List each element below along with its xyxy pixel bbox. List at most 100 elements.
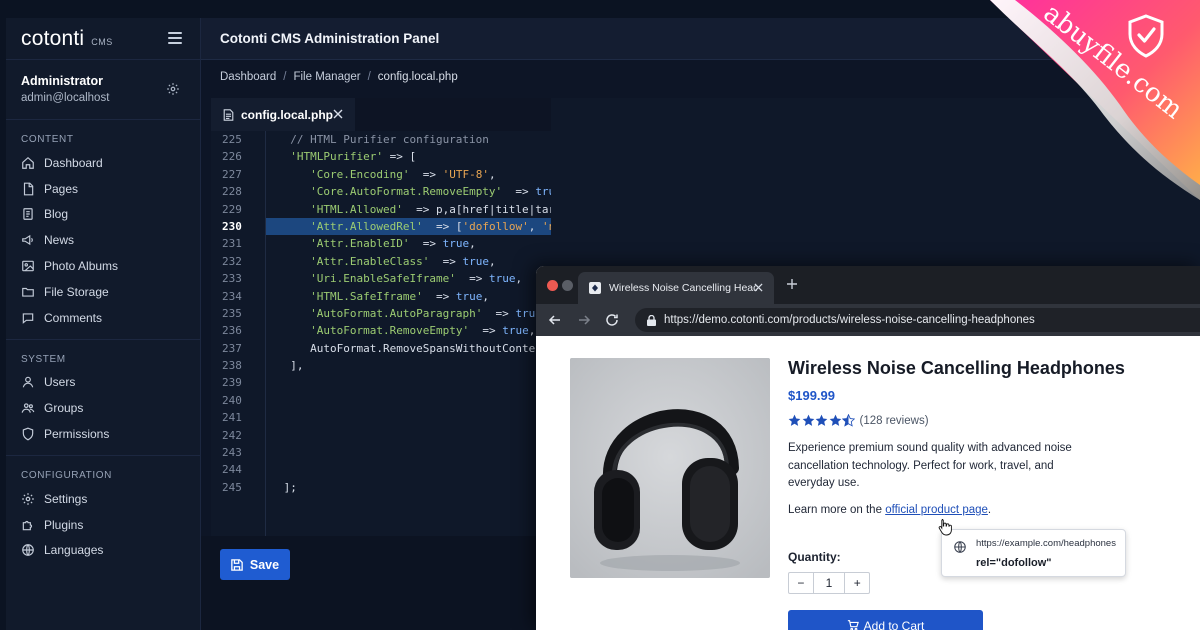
rating-stars: (128 reviews) (788, 414, 929, 427)
sidebar-item-file-storage[interactable]: File Storage (6, 279, 200, 305)
breadcrumb: Dashboard / File Manager / config.local.… (201, 60, 1200, 94)
user-block: Administrator admin@localhost (6, 60, 200, 120)
sidebar-item-label: Pages (44, 181, 79, 196)
quantity-increment-button[interactable]: + (845, 573, 869, 593)
shield-icon (22, 427, 34, 441)
sidebar-item-plugins[interactable]: Plugins (6, 512, 200, 538)
browser-window: Wireless Noise Cancelling Headphones htt… (536, 266, 1200, 630)
line-number: 239 (222, 376, 242, 390)
code-line[interactable] (267, 374, 551, 391)
nav-heading: SYSTEM (21, 353, 66, 365)
code-line[interactable]: ]; (267, 479, 551, 496)
browser-tab[interactable]: Wireless Noise Cancelling Headphones (578, 272, 774, 304)
code-line[interactable]: 'Attr.EnableClass' => true, (267, 253, 551, 270)
add-to-cart-label: Add to Cart (863, 619, 925, 630)
learn-more-suffix: . (987, 504, 992, 516)
tab-label: config.local.php (241, 107, 333, 122)
gear-icon[interactable] (166, 82, 180, 96)
product-price: $199.99 (788, 388, 835, 403)
code-line[interactable]: 'AutoFormat.RemoveEmpty' => true, (267, 322, 551, 339)
line-number: 231 (222, 237, 242, 251)
code-line[interactable]: // HTML Purifier configuration (267, 131, 551, 148)
review-count[interactable]: (128 reviews) (860, 415, 929, 427)
code-line[interactable]: 'AutoFormat.AutoParagraph' => true, (267, 305, 551, 322)
quantity-value[interactable]: 1 (812, 573, 846, 593)
line-number: 236 (222, 324, 242, 338)
code-line[interactable] (267, 392, 551, 409)
close-icon[interactable] (333, 109, 343, 119)
sidebar-item-settings[interactable]: Settings (6, 486, 200, 512)
code-line[interactable]: 'HTML.Allowed' => p,a[href|title|target|… (267, 201, 551, 218)
url-input[interactable]: https://demo.cotonti.com/products/wirele… (635, 308, 1200, 332)
minimize-window-button[interactable] (562, 280, 573, 291)
code-line[interactable]: 'Core.AutoFormat.RemoveEmpty' => true, (267, 183, 551, 200)
back-icon[interactable] (548, 313, 562, 327)
url-text: https://demo.cotonti.com/products/wirele… (664, 314, 1035, 326)
sidebar-item-dashboard[interactable]: Dashboard (6, 150, 200, 176)
sidebar-item-label: Comments (44, 310, 103, 325)
sidebar-item-pages[interactable]: Pages (6, 176, 200, 202)
user-email: admin@localhost (21, 92, 110, 104)
sidebar-item-blog[interactable]: Blog (6, 202, 200, 228)
official-product-page-link[interactable]: official product page (885, 504, 988, 516)
product-page: Wireless Noise Cancelling Headphones $19… (536, 336, 1200, 630)
user-name: Administrator (21, 74, 103, 88)
folder-icon (22, 287, 34, 297)
code-line[interactable] (267, 461, 551, 478)
sidebar-item-permissions[interactable]: Permissions (6, 421, 200, 447)
user-icon (22, 377, 34, 388)
code-line[interactable]: AutoFormat.RemoveSpansWithoutConte (267, 340, 551, 357)
sidebar-item-label: Dashboard (44, 155, 103, 170)
code-line[interactable] (267, 444, 551, 461)
line-number: 230 (222, 219, 242, 233)
page-title: Cotonti CMS Administration Panel (220, 31, 440, 46)
save-button[interactable]: Save (220, 549, 290, 580)
line-number: 228 (222, 185, 242, 199)
sidebar-item-comments[interactable]: Comments (6, 305, 200, 331)
breadcrumb-current: config.local.php (377, 71, 458, 83)
globe-icon (22, 544, 34, 557)
code-line[interactable]: 'Core.Encoding' => 'UTF-8', (267, 166, 551, 183)
quantity-stepper[interactable]: − 1 + (788, 572, 870, 594)
line-number-gutter: 225 226 227 228 229 230 231 232 233 234 235 236 237 2… (211, 131, 266, 536)
sidebar-item-users[interactable]: Users (6, 370, 200, 396)
close-window-button[interactable] (547, 280, 558, 291)
code-line[interactable]: 'Attr.EnableID' => true, (267, 235, 551, 252)
menu-toggle-icon[interactable] (168, 32, 182, 44)
line-number: 238 (222, 359, 242, 373)
star-icon (815, 414, 828, 426)
code-editor[interactable]: config.local.php 225 226 227 228 229 230 231 23… (211, 98, 551, 536)
sidebar-item-label: File Storage (44, 284, 109, 299)
code-line[interactable]: 'HTMLPurifier' => [ (267, 148, 551, 165)
add-to-cart-button[interactable]: Add to Cart (788, 610, 983, 630)
globe-icon (954, 541, 966, 553)
sidebar-item-groups[interactable]: Groups (6, 395, 200, 421)
save-icon (231, 558, 243, 571)
line-number: 241 (222, 411, 242, 425)
line-number: 232 (222, 254, 242, 268)
code-line[interactable]: 'Uri.EnableSafeIframe' => true, (267, 270, 551, 287)
line-number: 237 (222, 341, 242, 355)
document-icon (23, 208, 33, 221)
new-tab-icon[interactable] (786, 278, 798, 290)
close-icon[interactable] (754, 283, 763, 292)
code-line[interactable]: 'HTML.SafeIframe' => true, (267, 288, 551, 305)
brand-logo[interactable]: cotonti (21, 27, 84, 51)
code-content[interactable]: // HTML Purifier configuration 'HTMLPuri… (267, 131, 551, 536)
code-line[interactable] (267, 409, 551, 426)
home-icon (22, 156, 34, 169)
tab-config-local-php[interactable]: config.local.php (211, 98, 355, 131)
forward-icon[interactable] (577, 313, 591, 327)
sidebar-item-photo-albums[interactable]: Photo Albums (6, 253, 200, 279)
sidebar-item-languages[interactable]: Languages (6, 538, 200, 564)
code-line[interactable]: ], (267, 357, 551, 374)
quantity-decrement-button[interactable]: − (789, 573, 813, 593)
breadcrumb-dashboard[interactable]: Dashboard (220, 71, 276, 83)
breadcrumb-file-manager[interactable]: File Manager (293, 71, 360, 83)
sidebar: cotonti CMS Administrator admin@localhos… (6, 18, 201, 630)
code-line[interactable]: 'Attr.AllowedRel' => ['dofollow', 'nofol… (267, 218, 551, 235)
favicon-icon (589, 282, 601, 294)
sidebar-item-news[interactable]: News (6, 227, 200, 253)
code-line[interactable] (267, 427, 551, 444)
reload-icon[interactable] (605, 313, 619, 327)
